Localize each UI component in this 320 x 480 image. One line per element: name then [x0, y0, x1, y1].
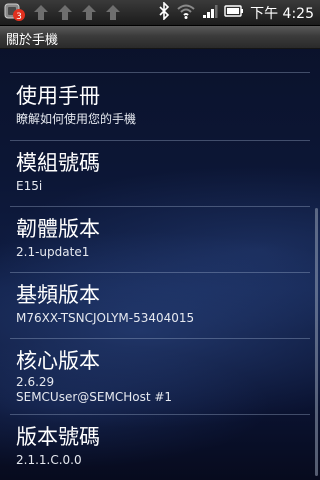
setting-summary: 2.6.29	[16, 375, 55, 389]
setting-title: 版本號碼	[16, 425, 100, 449]
upload-arrow-icon	[104, 3, 122, 22]
wifi-icon	[176, 3, 196, 23]
setting-summary: M76XX-TSNCJOLYM-53404015	[16, 311, 195, 325]
setting-build-number[interactable]: 版本號碼 2.1.1.C.0.0	[0, 415, 320, 479]
battery-icon	[224, 3, 244, 22]
notification-count-badge: 3	[16, 12, 22, 22]
setting-model-number[interactable]: 模組號碼 E15i	[0, 141, 320, 205]
setting-kernel-version[interactable]: 核心版本 2.6.29 SEMCUser@SEMCHost #1	[0, 339, 320, 413]
setting-summary: 瞭解如何使用您的手機	[16, 112, 137, 126]
setting-summary-secondary: SEMCUser@SEMCHost #1	[16, 390, 173, 404]
setting-title: 核心版本	[16, 349, 100, 373]
upload-arrow-icon	[56, 3, 74, 22]
title-bar: 關於手機	[0, 26, 320, 49]
setting-title: 模組號碼	[16, 151, 100, 175]
scrollbar[interactable]	[315, 208, 318, 476]
setting-firmware-version[interactable]: 韌體版本 2.1-update1	[0, 207, 320, 271]
status-bar: 3 下午 4:25	[0, 0, 320, 26]
setting-summary: E15i	[16, 179, 43, 193]
setting-summary: 2.1.1.C.0.0	[16, 453, 82, 467]
status-arrows	[32, 3, 122, 22]
setting-title: 使用手冊	[16, 84, 100, 108]
setting-title: 韌體版本	[16, 217, 100, 241]
status-right-group: 下午 4:25	[158, 0, 314, 25]
setting-baseband-version[interactable]: 基頻版本 M76XX-TSNCJOLYM-53404015	[0, 273, 320, 337]
upload-arrow-icon	[80, 3, 98, 22]
app-notification-icon[interactable]: 3	[4, 3, 26, 22]
list-divider-top	[10, 72, 310, 73]
signal-icon	[202, 3, 218, 23]
setting-title: 基頻版本	[16, 283, 100, 307]
setting-user-guide[interactable]: 使用手冊 瞭解如何使用您的手機	[0, 74, 320, 140]
clock: 下午 4:25	[250, 5, 314, 22]
page-title: 關於手機	[6, 33, 59, 48]
setting-summary: 2.1-update1	[16, 245, 90, 259]
upload-arrow-icon	[32, 3, 50, 22]
bluetooth-icon	[158, 0, 170, 24]
